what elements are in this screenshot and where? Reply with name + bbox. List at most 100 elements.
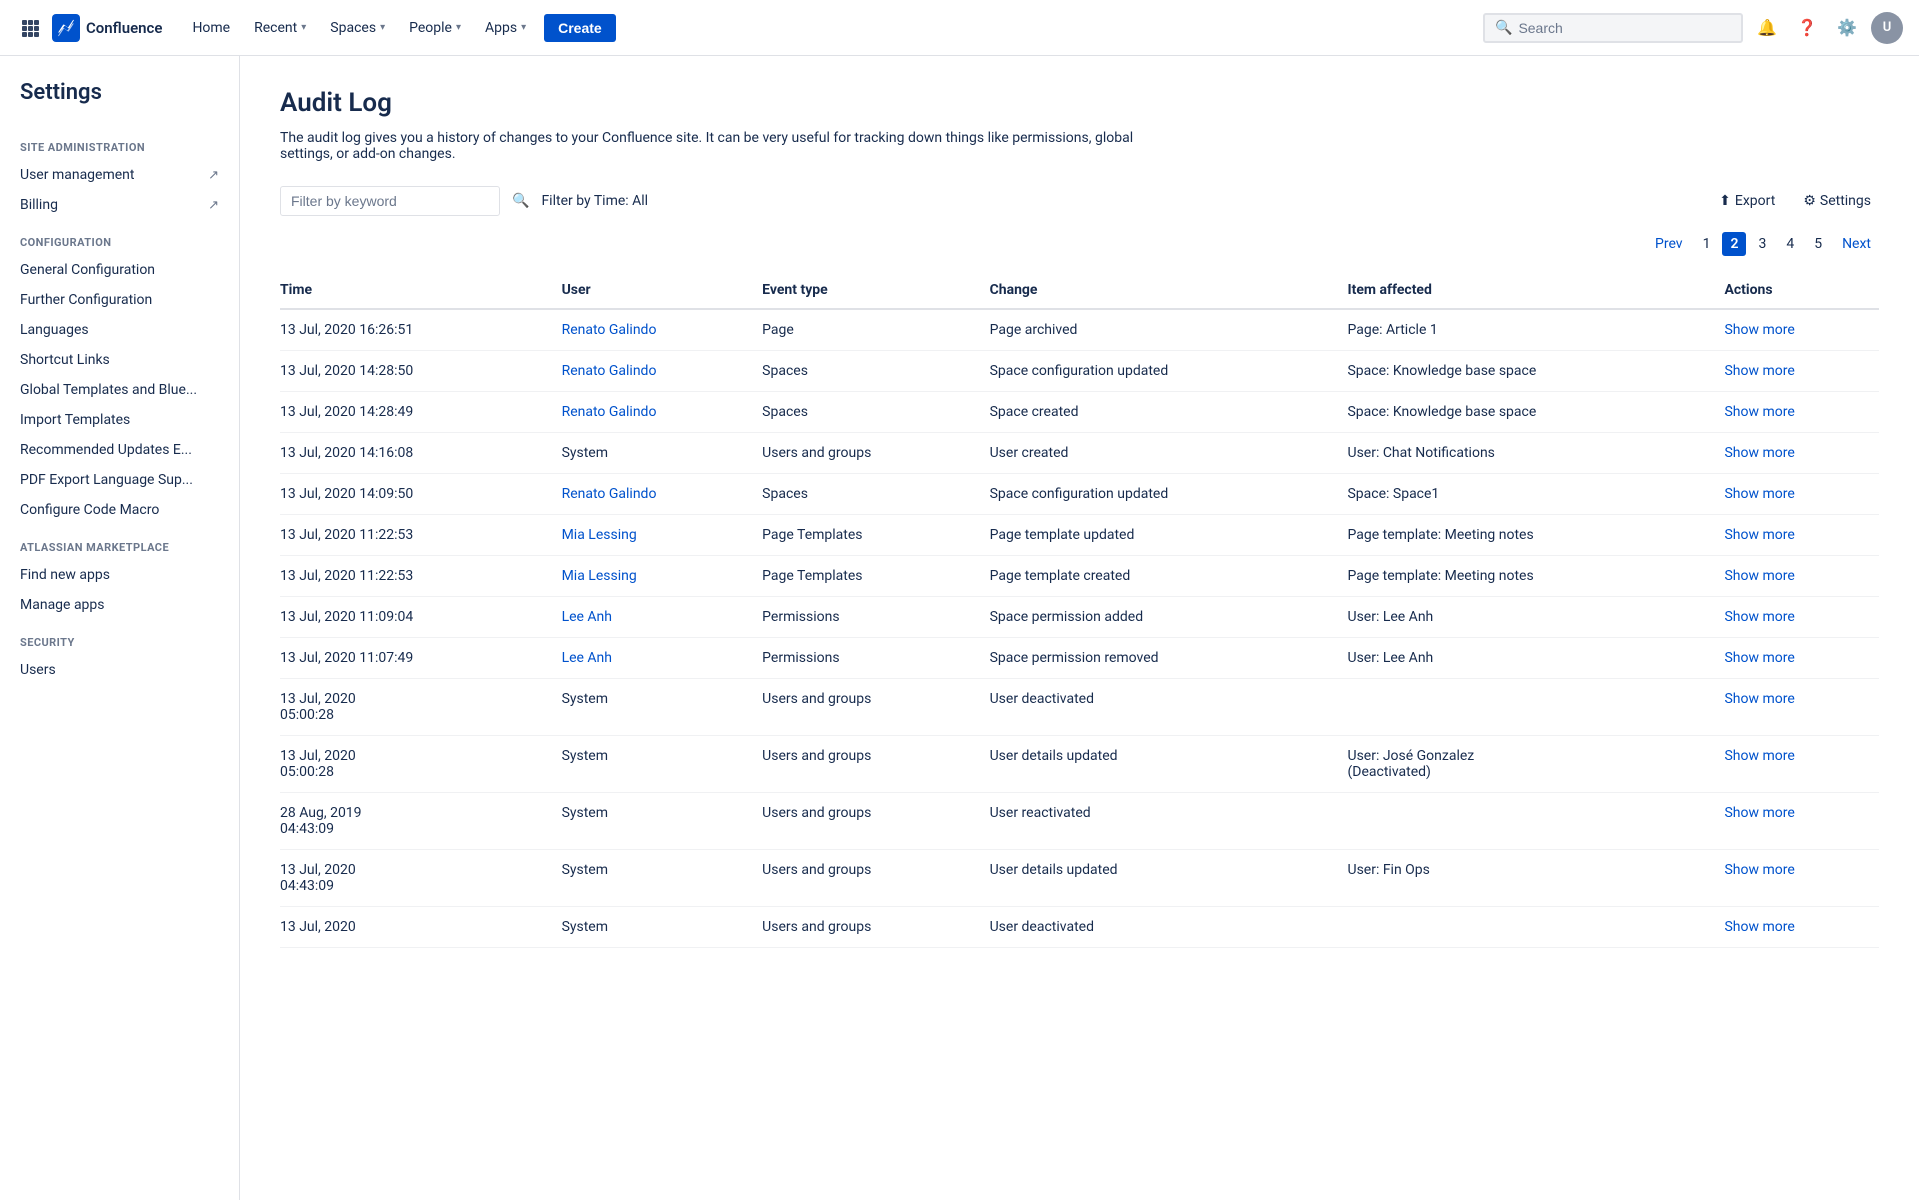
cell-actions: Show more <box>1724 907 1879 948</box>
page-2-button[interactable]: 2 <box>1722 232 1746 256</box>
cell-change: Space permission added <box>990 597 1348 638</box>
sidebar-item-global-templates[interactable]: Global Templates and Blue... <box>0 375 239 405</box>
page-title: Audit Log <box>280 88 1879 118</box>
confluence-logo[interactable]: Confluence <box>52 14 162 42</box>
show-more-link[interactable]: Show more <box>1724 527 1794 543</box>
page-4-button[interactable]: 4 <box>1778 232 1802 256</box>
next-page-button[interactable]: Next <box>1834 232 1879 256</box>
prev-page-button[interactable]: Prev <box>1647 232 1691 256</box>
grid-icon[interactable] <box>16 14 44 42</box>
apps-nav-link[interactable]: Apps ▾ <box>475 14 536 42</box>
search-icon: 🔍 <box>1495 20 1512 36</box>
spaces-nav-link[interactable]: Spaces ▾ <box>320 14 395 42</box>
sidebar-item-user-management[interactable]: User management ↗ <box>0 160 239 190</box>
sidebar-item-users[interactable]: Users <box>0 655 239 685</box>
col-header-event-type: Event type <box>762 272 989 309</box>
show-more-link[interactable]: Show more <box>1724 862 1794 878</box>
cell-change: User deactivated <box>990 679 1348 736</box>
filter-keyword-input-container[interactable] <box>280 186 500 216</box>
create-button[interactable]: Create <box>544 14 616 42</box>
cell-change: Space permission removed <box>990 638 1348 679</box>
cell-item-affected: User: José Gonzalez (Deactivated) <box>1347 736 1724 793</box>
sidebar-section-marketplace: ATLASSIAN MARKETPLACE <box>0 525 239 560</box>
settings-gear-icon: ⚙ <box>1803 193 1816 209</box>
cell-item-affected: Page template: Meeting notes <box>1347 556 1724 597</box>
external-link-icon: ↗ <box>208 168 219 183</box>
filter-search-icon[interactable]: 🔍 <box>512 193 529 209</box>
user-link[interactable]: Renato Galindo <box>562 322 657 338</box>
table-row: 13 Jul, 2020 14:28:49Renato GalindoSpace… <box>280 392 1879 433</box>
table-row: 13 Jul, 2020 11:09:04Lee AnhPermissionsS… <box>280 597 1879 638</box>
cell-actions: Show more <box>1724 597 1879 638</box>
show-more-link[interactable]: Show more <box>1724 919 1794 935</box>
user-link[interactable]: Renato Galindo <box>562 404 657 420</box>
search-bar[interactable]: 🔍 <box>1483 13 1743 43</box>
cell-change: User reactivated <box>990 793 1348 850</box>
cell-user: System <box>562 850 763 907</box>
show-more-link[interactable]: Show more <box>1724 805 1794 821</box>
cell-event-type: Page Templates <box>762 556 989 597</box>
show-more-link[interactable]: Show more <box>1724 691 1794 707</box>
show-more-link[interactable]: Show more <box>1724 568 1794 584</box>
table-row: 13 Jul, 2020 05:00:28SystemUsers and gro… <box>280 736 1879 793</box>
help-button[interactable]: ❓ <box>1791 12 1823 44</box>
avatar[interactable]: U <box>1871 12 1903 44</box>
show-more-link[interactable]: Show more <box>1724 445 1794 461</box>
home-nav-link[interactable]: Home <box>182 14 240 42</box>
cell-user: System <box>562 907 763 948</box>
cell-time: 28 Aug, 2019 04:43:09 <box>280 793 562 850</box>
show-more-link[interactable]: Show more <box>1724 404 1794 420</box>
sidebar-item-import-templates[interactable]: Import Templates <box>0 405 239 435</box>
page-3-button[interactable]: 3 <box>1750 232 1774 256</box>
cell-time: 13 Jul, 2020 11:22:53 <box>280 556 562 597</box>
sidebar-item-manage-apps[interactable]: Manage apps <box>0 590 239 620</box>
show-more-link[interactable]: Show more <box>1724 748 1794 764</box>
settings-button[interactable]: ⚙️ <box>1831 12 1863 44</box>
audit-settings-button[interactable]: ⚙ Settings <box>1795 189 1879 213</box>
notifications-button[interactable]: 🔔 <box>1751 12 1783 44</box>
sidebar-item-further-config[interactable]: Further Configuration <box>0 285 239 315</box>
filter-time-selector[interactable]: Filter by Time: All <box>541 193 648 209</box>
show-more-link[interactable]: Show more <box>1724 363 1794 379</box>
user-link[interactable]: Mia Lessing <box>562 527 637 543</box>
cell-user: Mia Lessing <box>562 556 763 597</box>
cell-time: 13 Jul, 2020 16:26:51 <box>280 309 562 351</box>
cell-event-type: Users and groups <box>762 850 989 907</box>
sidebar-item-languages[interactable]: Languages <box>0 315 239 345</box>
search-input[interactable] <box>1518 20 1731 36</box>
show-more-link[interactable]: Show more <box>1724 650 1794 666</box>
col-header-time: Time <box>280 272 562 309</box>
people-nav-link[interactable]: People ▾ <box>399 14 471 42</box>
spaces-chevron-icon: ▾ <box>380 22 385 33</box>
user-link[interactable]: Renato Galindo <box>562 486 657 502</box>
show-more-link[interactable]: Show more <box>1724 322 1794 338</box>
sidebar-item-find-new-apps[interactable]: Find new apps <box>0 560 239 590</box>
show-more-link[interactable]: Show more <box>1724 486 1794 502</box>
cell-change: User deactivated <box>990 907 1348 948</box>
table-row: 13 Jul, 2020 04:43:09SystemUsers and gro… <box>280 850 1879 907</box>
page-5-button[interactable]: 5 <box>1806 232 1830 256</box>
sidebar-item-configure-code-macro[interactable]: Configure Code Macro <box>0 495 239 525</box>
table-row: 13 Jul, 2020 14:09:50Renato GalindoSpace… <box>280 474 1879 515</box>
cell-user: System <box>562 433 763 474</box>
user-link[interactable]: Lee Anh <box>562 609 612 625</box>
cell-actions: Show more <box>1724 392 1879 433</box>
cell-change: Page template updated <box>990 515 1348 556</box>
filter-keyword-input[interactable] <box>291 193 489 209</box>
show-more-link[interactable]: Show more <box>1724 609 1794 625</box>
user-link[interactable]: Mia Lessing <box>562 568 637 584</box>
table-row: 13 Jul, 2020 14:16:08SystemUsers and gro… <box>280 433 1879 474</box>
cell-actions: Show more <box>1724 736 1879 793</box>
sidebar-item-billing[interactable]: Billing ↗ <box>0 190 239 220</box>
cell-user: Renato Galindo <box>562 309 763 351</box>
export-button[interactable]: ⬆ Export <box>1711 189 1783 213</box>
sidebar-item-pdf-export[interactable]: PDF Export Language Sup... <box>0 465 239 495</box>
user-link[interactable]: Lee Anh <box>562 650 612 666</box>
sidebar-section-configuration: CONFIGURATION <box>0 220 239 255</box>
page-1-button[interactable]: 1 <box>1695 232 1719 256</box>
sidebar-item-shortcut-links[interactable]: Shortcut Links <box>0 345 239 375</box>
sidebar-item-recommended-updates[interactable]: Recommended Updates E... <box>0 435 239 465</box>
user-link[interactable]: Renato Galindo <box>562 363 657 379</box>
recent-nav-link[interactable]: Recent ▾ <box>244 14 316 42</box>
sidebar-item-general-config[interactable]: General Configuration <box>0 255 239 285</box>
